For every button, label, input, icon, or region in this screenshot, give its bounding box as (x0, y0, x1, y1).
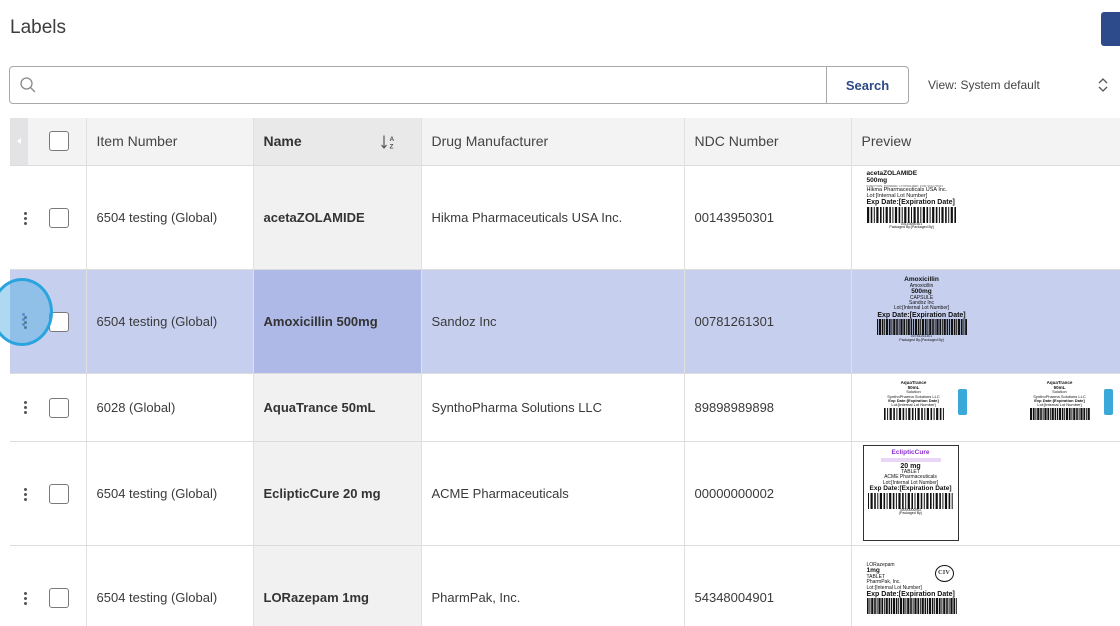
kebab-menu-icon[interactable] (24, 487, 27, 501)
barcode-image (1029, 408, 1090, 421)
svg-text:A: A (389, 136, 394, 143)
svg-text:Z: Z (389, 144, 393, 151)
select-all-checkbox[interactable] (49, 131, 69, 151)
ndc-cell: 54348004901 (684, 545, 852, 626)
controlled-substance-badge: CIV (934, 565, 954, 582)
table-row[interactable]: 6028 (Global) AquaTrance 50mL SynthoPhar… (10, 373, 1120, 442)
table-row[interactable]: 6504 testing (Global) Amoxicillin 500mg … (10, 269, 1120, 374)
kebab-menu-icon[interactable] (24, 591, 27, 605)
collapse-arrow-icon[interactable] (10, 118, 28, 165)
page-title: Labels (10, 17, 66, 38)
label-line: Lot:[Internal Lot Number] (1037, 402, 1082, 407)
item-number-cell: 6028 (Global) (86, 373, 254, 442)
column-header-manufacturer[interactable]: Drug Manufacturer (421, 118, 685, 166)
column-header-item-number[interactable]: Item Number (86, 118, 254, 166)
row-checkbox[interactable] (49, 397, 69, 418)
column-header-name-label: Name (263, 133, 302, 150)
search-bar: Search (9, 66, 909, 104)
item-number-cell: 6504 testing (Global) (86, 165, 254, 270)
row-controls (10, 441, 87, 546)
item-number-cell: 6504 testing (Global) (86, 269, 254, 374)
barcode-image (866, 206, 956, 223)
row-checkbox[interactable] (49, 483, 69, 504)
column-header-ndc[interactable]: NDC Number (684, 118, 852, 166)
name-cell[interactable]: LORazepam 1mg (253, 545, 422, 626)
column-header-name[interactable]: Name A Z (253, 118, 422, 166)
kebab-menu-icon[interactable] (22, 313, 25, 326)
ndc-cell: 89898989898 (684, 373, 852, 442)
label-line: Packaged By:[Packaged By] (899, 337, 944, 342)
label-line: Exp Date:[Expiration Date] (869, 484, 952, 492)
ndc-cell: 00143950301 (684, 165, 852, 270)
label-line: Exp Date:[Expiration Date] (866, 199, 955, 207)
manufacturer-cell: Sandoz Inc (421, 269, 685, 374)
barcode-image (866, 598, 957, 615)
label-preview-image: Amoxicillin Amoxicillin 500mg CAPSULE Sa… (867, 273, 977, 369)
view-selector-label[interactable]: View: System default (928, 78, 1040, 92)
ndc-cell: 00000000002 (684, 441, 852, 546)
vial-icon (957, 389, 967, 415)
column-header-preview[interactable]: Preview (851, 118, 1120, 166)
row-checkbox[interactable] (49, 587, 69, 608)
label-preview-image: AquaTrance 50mL Solution SynthoPharma So… (862, 377, 1120, 437)
row-controls (10, 373, 87, 442)
search-icon (20, 77, 36, 93)
top-action-button[interactable] (1101, 12, 1120, 46)
name-cell[interactable]: acetaZOLAMIDE (253, 165, 422, 270)
label-line: Exp Date:[Expiration Date] (866, 590, 955, 598)
search-input[interactable] (46, 67, 826, 103)
preview-cell: LORazepam 1mg TABLET PharmPak, Inc. Lot:… (851, 545, 1120, 626)
barcode-image (867, 492, 953, 509)
vial-icon (1103, 389, 1113, 415)
label-line: [Packaged By] (899, 511, 922, 516)
ndc-cell: 00781261301 (684, 269, 852, 374)
name-cell[interactable]: Amoxicillin 500mg (253, 269, 422, 374)
label-preview-image: EclipticCure 20 mg TABLET ACME Pharmaceu… (862, 445, 959, 541)
label-line: Lot:[Internal Lot Number] (891, 402, 936, 407)
item-number-cell: 6504 testing (Global) (86, 441, 254, 546)
table-row[interactable]: 6504 testing (Global) EclipticCure 20 mg… (10, 441, 1120, 546)
kebab-menu-icon[interactable] (24, 211, 27, 225)
select-all-cell (10, 118, 87, 166)
row-controls (10, 165, 87, 270)
preview-cell: EclipticCure 20 mg TABLET ACME Pharmaceu… (851, 441, 1120, 546)
label-band (880, 457, 941, 462)
row-controls (10, 545, 87, 626)
manufacturer-cell: PharmPak, Inc. (421, 545, 685, 626)
barcode-image (876, 318, 967, 335)
label-line: Packaged By:[Packaged By] (889, 225, 934, 230)
preview-cell: acetaZOLAMIDE 500mg INJECTION, POWDER, L… (851, 165, 1120, 270)
label-line: Exp Date:[Expiration Date] (877, 311, 966, 319)
preview-cell: Amoxicillin Amoxicillin 500mg CAPSULE Sa… (851, 269, 1120, 374)
search-button[interactable]: Search (826, 67, 908, 103)
item-number-cell: 6504 testing (Global) (86, 545, 254, 626)
label-line: EclipticCure (891, 449, 930, 456)
row-checkbox[interactable] (49, 207, 69, 228)
manufacturer-cell: SynthoPharma Solutions LLC (421, 373, 685, 442)
preview-cell: AquaTrance 50mL Solution SynthoPharma So… (851, 373, 1120, 442)
table-row[interactable]: 6504 testing (Global) LORazepam 1mg Phar… (10, 545, 1120, 626)
sort-alpha-icon[interactable]: A Z (380, 134, 397, 151)
barcode-image (883, 408, 944, 421)
kebab-menu-icon[interactable] (24, 400, 27, 414)
labels-table: Item Number Name A Z Drug Manufacturer N… (10, 118, 1120, 626)
table-header-row: Item Number Name A Z Drug Manufacturer N… (10, 118, 1120, 166)
name-cell[interactable]: EclipticCure 20 mg (253, 441, 422, 546)
name-cell[interactable]: AquaTrance 50mL (253, 373, 422, 442)
manufacturer-cell: ACME Pharmaceuticals (421, 441, 685, 546)
label-preview-image: acetaZOLAMIDE 500mg INJECTION, POWDER, L… (866, 170, 977, 263)
manufacturer-cell: Hikma Pharmaceuticals USA Inc. (421, 165, 685, 270)
table-row[interactable]: 6504 testing (Global) acetaZOLAMIDE Hikm… (10, 165, 1120, 270)
label-preview-image: LORazepam 1mg TABLET PharmPak, Inc. Lot:… (866, 549, 977, 626)
chevron-updown-icon[interactable] (1096, 76, 1110, 94)
